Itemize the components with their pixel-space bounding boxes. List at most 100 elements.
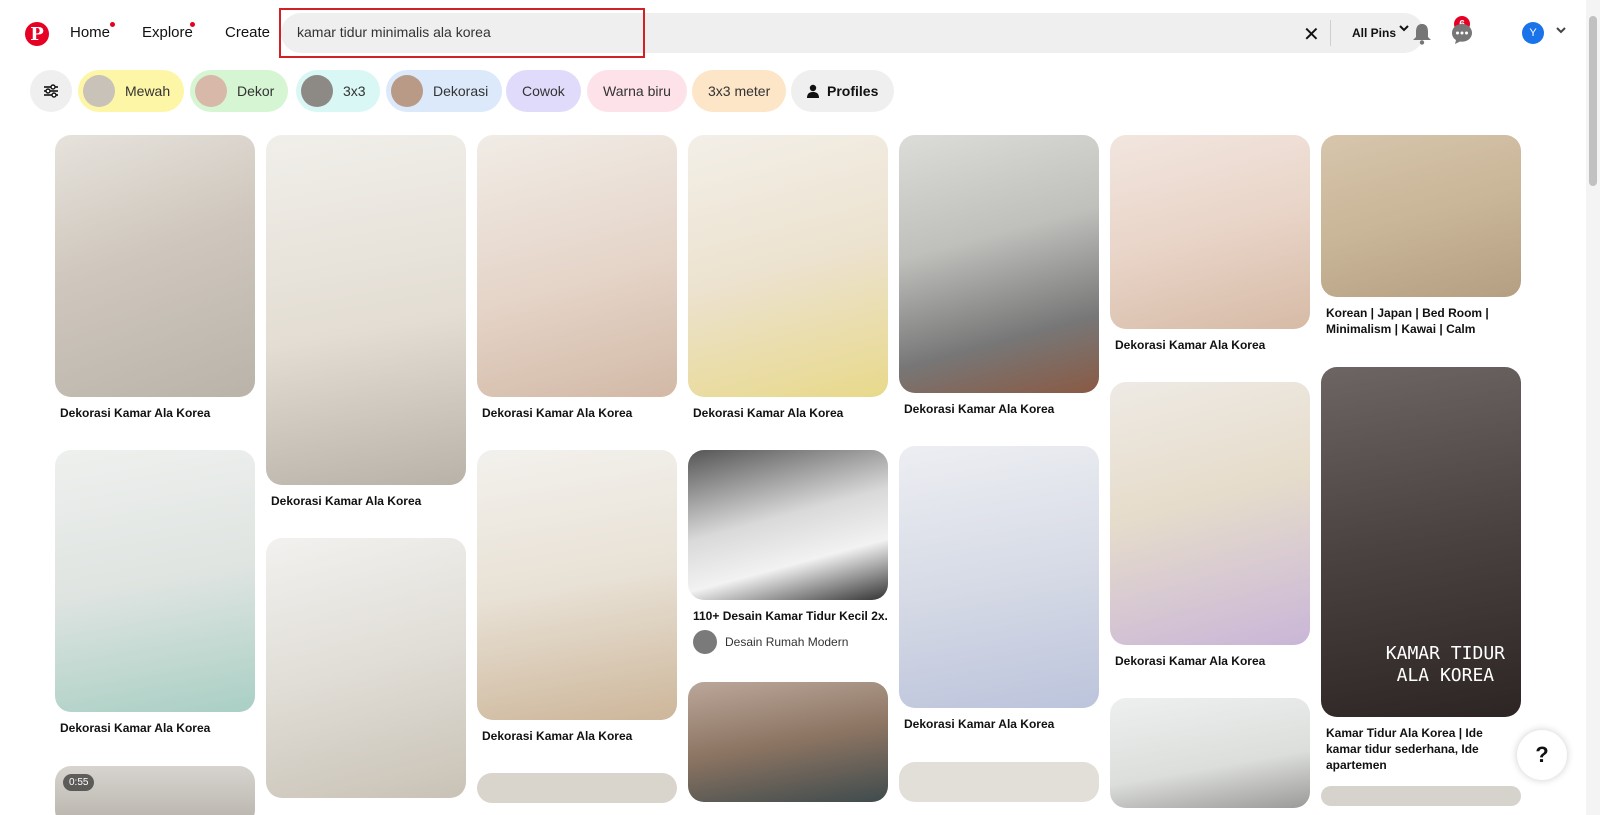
pill-label: Profiles bbox=[827, 83, 879, 99]
pill-label: Dekorasi bbox=[433, 83, 489, 99]
pill-label: Dekor bbox=[237, 83, 275, 99]
pin-image[interactable] bbox=[1110, 382, 1310, 645]
pin-image[interactable] bbox=[1321, 135, 1521, 297]
search-highlight-box bbox=[279, 8, 645, 58]
pin-title[interactable]: Dekorasi Kamar Ala Korea bbox=[1110, 337, 1310, 353]
search-divider bbox=[1330, 20, 1331, 46]
pin-image[interactable] bbox=[899, 762, 1099, 802]
overlay-line-1: KAMAR TIDUR bbox=[1385, 643, 1505, 664]
pin-card[interactable]: 110+ Desain Kamar Tidur Kecil 2x... Desa… bbox=[688, 450, 888, 654]
pin-title[interactable]: Dekorasi Kamar Ala Korea bbox=[55, 720, 255, 736]
nav-explore[interactable]: Explore bbox=[142, 22, 195, 41]
bell-icon[interactable] bbox=[1410, 22, 1434, 46]
pill-label: Cowok bbox=[522, 83, 565, 99]
pin-author[interactable]: Desain Rumah Modern bbox=[688, 630, 888, 654]
pin-image[interactable] bbox=[899, 135, 1099, 393]
pill-thumbnail bbox=[83, 75, 115, 107]
pin-title[interactable]: 110+ Desain Kamar Tidur Kecil 2x... bbox=[688, 608, 888, 624]
pin-card[interactable]: Dekorasi Kamar Ala Korea bbox=[1110, 382, 1310, 669]
pin-card[interactable]: Dekorasi Kamar Ala Korea bbox=[55, 450, 255, 736]
filter-pill-3x3[interactable]: 3x3 bbox=[296, 70, 380, 112]
pinterest-search-page: P Home Explore Create ✕ All Pins 6 bbox=[0, 0, 1600, 815]
pin-title[interactable]: Dekorasi Kamar Ala Korea bbox=[55, 405, 255, 421]
pin-card[interactable] bbox=[477, 773, 677, 803]
pinterest-logo-icon[interactable]: P bbox=[25, 22, 49, 46]
pin-image[interactable] bbox=[688, 682, 888, 802]
pin-card[interactable] bbox=[266, 538, 466, 798]
pin-image[interactable]: 0:55 bbox=[55, 766, 255, 815]
scrollbar-thumb[interactable] bbox=[1589, 16, 1597, 186]
pin-image[interactable] bbox=[477, 773, 677, 803]
author-avatar[interactable] bbox=[693, 630, 717, 654]
pill-thumbnail bbox=[195, 75, 227, 107]
pin-card[interactable] bbox=[688, 682, 888, 802]
nav-create[interactable]: Create bbox=[225, 24, 270, 41]
pin-title[interactable]: Dekorasi Kamar Ala Korea bbox=[899, 716, 1099, 732]
author-name[interactable]: Desain Rumah Modern bbox=[725, 635, 848, 649]
scrollbar[interactable] bbox=[1586, 0, 1600, 815]
pin-image[interactable] bbox=[1110, 135, 1310, 329]
pin-card[interactable]: Dekorasi Kamar Ala Korea bbox=[1110, 135, 1310, 353]
pin-image[interactable] bbox=[55, 450, 255, 712]
pill-label: Warna biru bbox=[603, 83, 671, 99]
pin-title[interactable]: Dekorasi Kamar Ala Korea bbox=[477, 405, 677, 421]
nav-home-label: Home bbox=[70, 24, 111, 41]
filter-pill-dekor[interactable]: Dekor bbox=[190, 70, 289, 112]
pin-title[interactable]: Dekorasi Kamar Ala Korea bbox=[477, 728, 677, 744]
pin-card[interactable]: Dekorasi Kamar Ala Korea bbox=[55, 135, 255, 421]
nav-explore-dot bbox=[190, 22, 195, 27]
overlay-line-2: ALA KOREA bbox=[1396, 665, 1495, 686]
filter-pill-3x3-meter[interactable]: 3x3 meter bbox=[692, 70, 787, 112]
pin-image[interactable] bbox=[899, 446, 1099, 708]
pin-image[interactable] bbox=[266, 135, 466, 485]
pin-card[interactable] bbox=[1321, 786, 1521, 806]
pin-image[interactable] bbox=[1321, 786, 1521, 806]
pill-thumbnail bbox=[391, 75, 423, 107]
nav-home[interactable]: Home bbox=[70, 22, 115, 41]
pin-image[interactable] bbox=[1110, 698, 1310, 808]
help-button[interactable]: ? bbox=[1517, 730, 1567, 780]
filter-pill-dekorasi[interactable]: Dekorasi bbox=[386, 70, 503, 112]
pin-card[interactable]: KAMAR TIDUR ALA KOREA Kamar Tidur Ala Ko… bbox=[1321, 367, 1521, 773]
pin-card[interactable]: Korean | Japan | Bed Room | Minimalism |… bbox=[1321, 135, 1521, 337]
pin-image[interactable] bbox=[477, 450, 677, 720]
pill-label: 3x3 bbox=[343, 83, 366, 99]
nav-create-label: Create bbox=[225, 24, 271, 41]
nav-explore-label: Explore bbox=[142, 24, 193, 41]
pin-title[interactable]: Dekorasi Kamar Ala Korea bbox=[1110, 653, 1310, 669]
chevron-down-icon[interactable] bbox=[1398, 22, 1410, 37]
pin-card[interactable]: Dekorasi Kamar Ala Korea bbox=[899, 135, 1099, 417]
pin-image[interactable] bbox=[688, 450, 888, 600]
account-chevron-down-icon[interactable] bbox=[1555, 24, 1567, 39]
filter-pill-profiles[interactable]: Profiles bbox=[791, 70, 895, 112]
close-icon[interactable]: ✕ bbox=[1303, 22, 1320, 47]
avatar[interactable]: Y bbox=[1522, 22, 1544, 44]
pin-card[interactable]: Dekorasi Kamar Ala Korea bbox=[477, 135, 677, 421]
pin-image[interactable] bbox=[266, 538, 466, 798]
pin-title[interactable]: Dekorasi Kamar Ala Korea bbox=[899, 401, 1099, 417]
filter-pill-warna-biru[interactable]: Warna biru bbox=[587, 70, 687, 112]
pin-card[interactable]: Dekorasi Kamar Ala Korea bbox=[899, 446, 1099, 732]
filter-pill-cowok[interactable]: Cowok bbox=[506, 70, 581, 112]
pin-card[interactable]: 0:55 bbox=[55, 766, 255, 815]
filter-pill-mewah[interactable]: Mewah bbox=[78, 70, 185, 112]
pill-label: Mewah bbox=[125, 83, 171, 99]
pin-title[interactable]: Kamar Tidur Ala Korea | Ide kamar tidur … bbox=[1321, 725, 1511, 773]
pin-image[interactable] bbox=[688, 135, 888, 397]
filter-sliders-icon[interactable] bbox=[30, 70, 72, 112]
pin-title[interactable]: Dekorasi Kamar Ala Korea bbox=[688, 405, 888, 421]
pin-title[interactable]: Dekorasi Kamar Ala Korea bbox=[266, 493, 466, 509]
pin-card[interactable]: Dekorasi Kamar Ala Korea bbox=[477, 450, 677, 744]
messages-icon[interactable] bbox=[1450, 22, 1474, 46]
pin-card[interactable] bbox=[899, 762, 1099, 802]
pin-card[interactable] bbox=[1110, 698, 1310, 808]
top-header: P Home Explore Create ✕ All Pins 6 bbox=[0, 0, 1584, 68]
pin-image[interactable] bbox=[477, 135, 677, 397]
video-duration-badge: 0:55 bbox=[63, 774, 95, 791]
pin-image[interactable]: KAMAR TIDUR ALA KOREA bbox=[1321, 367, 1521, 717]
scope-dropdown[interactable]: All Pins bbox=[1352, 26, 1396, 40]
pin-card[interactable]: Dekorasi Kamar Ala Korea bbox=[266, 135, 466, 509]
pin-title[interactable]: Korean | Japan | Bed Room | Minimalism |… bbox=[1321, 305, 1511, 337]
pin-image[interactable] bbox=[55, 135, 255, 397]
pin-card[interactable]: Dekorasi Kamar Ala Korea bbox=[688, 135, 888, 421]
